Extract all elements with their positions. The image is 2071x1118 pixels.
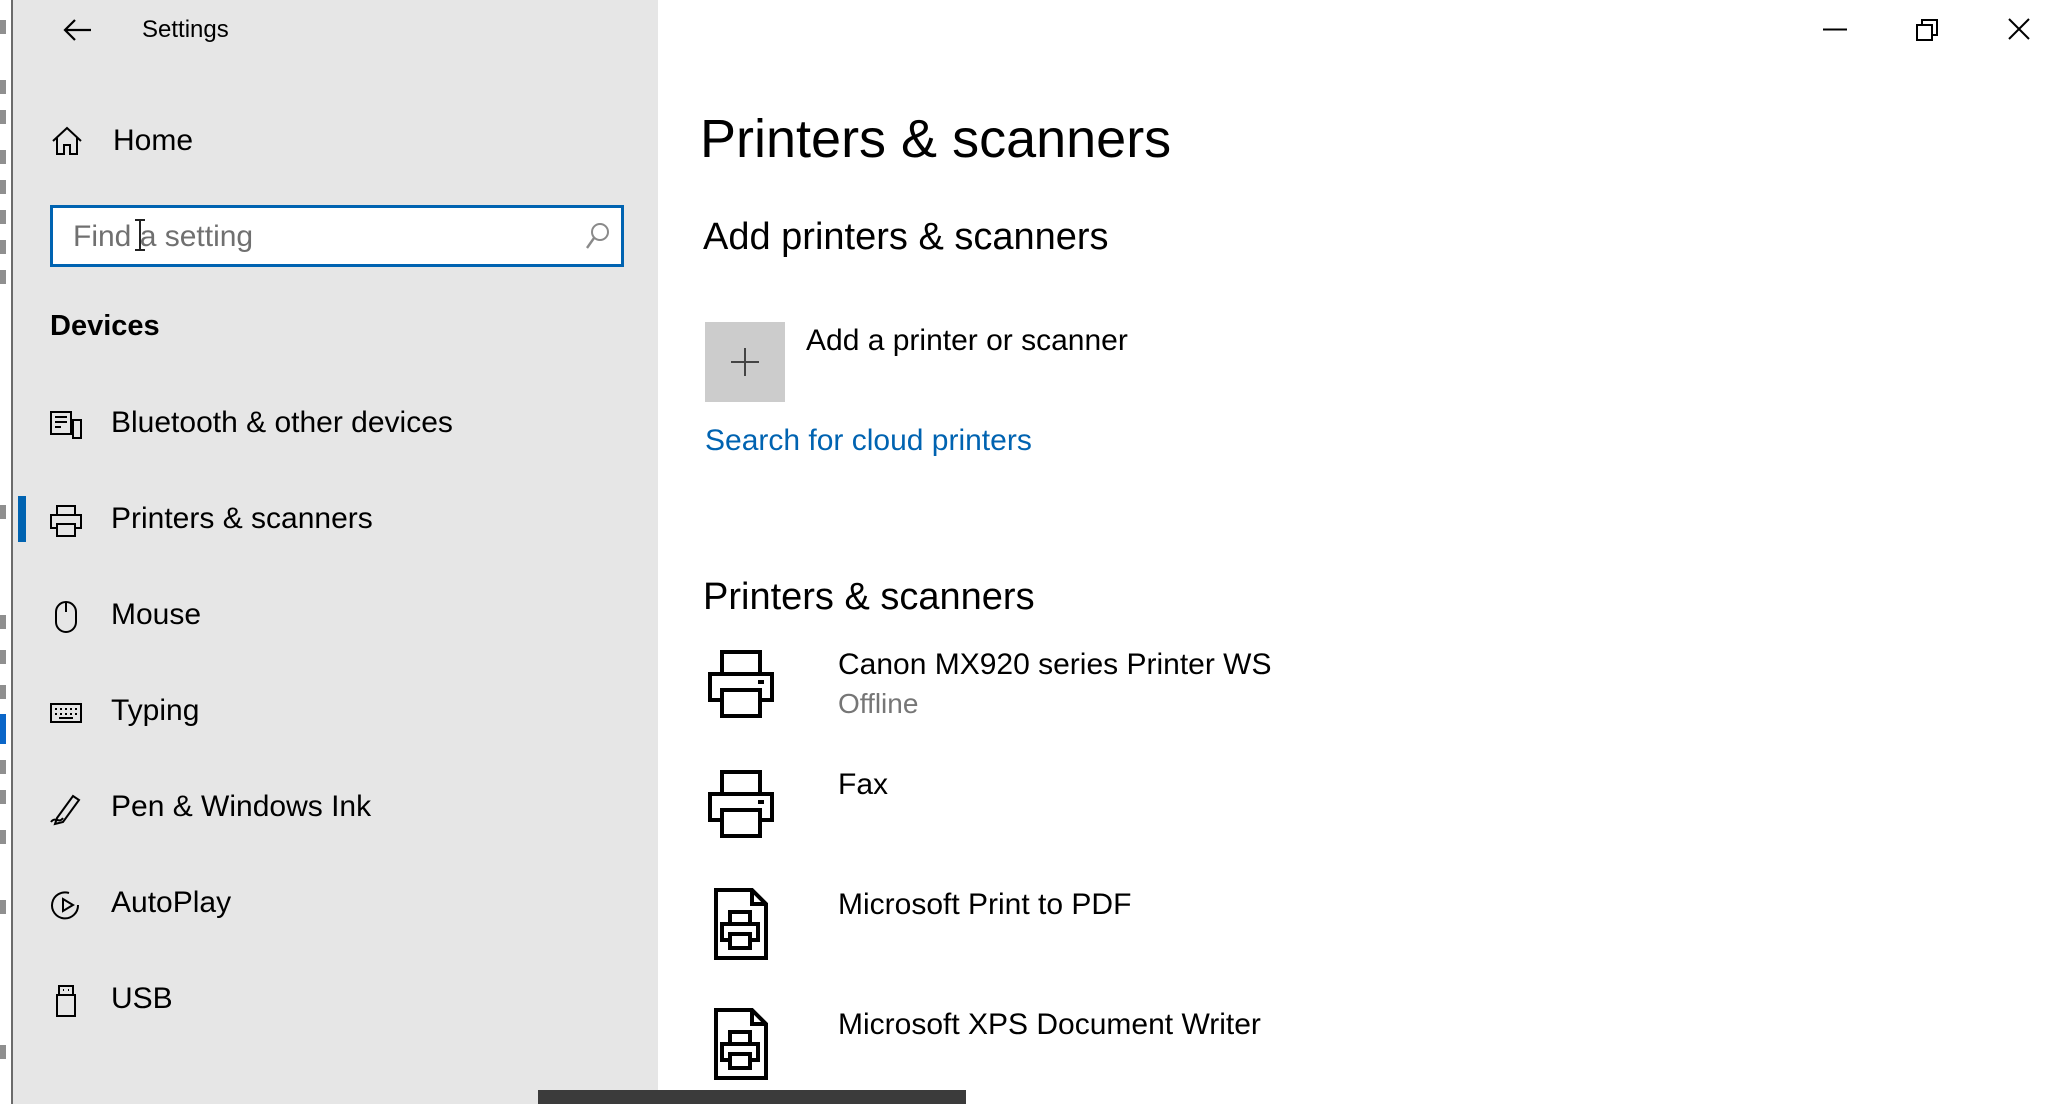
back-arrow-icon [63, 18, 93, 42]
sidebar-item-label: Bluetooth & other devices [111, 406, 453, 439]
background-window-edge [0, 0, 13, 1104]
document-printer-icon [706, 888, 776, 960]
search-cloud-printers-link[interactable]: Search for cloud printers [705, 424, 1032, 458]
usb-icon [49, 984, 83, 1018]
device-name: Microsoft Print to PDF [838, 888, 1132, 921]
sidebar-item-label: Mouse [111, 598, 202, 631]
sidebar-item-autoplay[interactable]: AutoPlay [13, 866, 658, 946]
restore-icon [1915, 18, 1939, 42]
minimize-button[interactable] [1789, 0, 1881, 58]
add-printer-button[interactable] [705, 322, 785, 402]
pen-icon [49, 792, 83, 826]
device-name: Canon MX920 series Printer WS [838, 648, 1272, 681]
close-button[interactable] [1973, 0, 2065, 58]
sidebar-item-label: Pen & Windows Ink [111, 790, 372, 823]
search-box [50, 205, 624, 267]
device-row-fax[interactable]: Fax [698, 768, 1998, 878]
sidebar-item-usb[interactable]: USB [13, 962, 658, 1042]
plus-icon [729, 346, 761, 378]
sidebar-item-mouse[interactable]: Mouse [13, 578, 658, 658]
printer-list-title: Printers & scanners [703, 576, 1035, 618]
back-button[interactable] [43, 6, 115, 54]
sidebar: Settings Home Devices Bluetooth & other … [13, 0, 658, 1104]
sidebar-item-bluetooth[interactable]: Bluetooth & other devices [13, 386, 658, 466]
section-title: Devices [50, 310, 160, 342]
keyboard-icon [49, 696, 83, 730]
device-row-canon[interactable]: Canon MX920 series Printer WS Offline [698, 648, 1998, 758]
autoplay-icon [49, 888, 83, 922]
home-icon [51, 126, 83, 156]
device-name: Fax [838, 768, 889, 801]
sidebar-item-home-label: Home [113, 124, 194, 157]
text-cursor-icon [133, 218, 147, 252]
sidebar-item-typing[interactable]: Typing [13, 674, 658, 754]
sidebar-item-printers[interactable]: Printers & scanners [13, 482, 658, 562]
sidebar-item-label: Printers & scanners [111, 502, 373, 535]
add-section-title: Add printers & scanners [703, 216, 1109, 258]
device-status: Offline [838, 688, 919, 719]
sidebar-item-label: AutoPlay [111, 886, 232, 919]
page-title: Printers & scanners [700, 109, 1172, 169]
sidebar-item-home[interactable]: Home [13, 110, 658, 174]
restore-button[interactable] [1881, 0, 1973, 58]
device-name: Microsoft XPS Document Writer [838, 1008, 1261, 1041]
selection-indicator [18, 496, 26, 542]
printer-icon [706, 648, 776, 720]
taskbar-fragment [538, 1090, 966, 1104]
printer-icon [49, 504, 83, 538]
minimize-icon [1823, 28, 1847, 31]
bluetooth-devices-icon [49, 408, 83, 442]
search-icon[interactable] [585, 222, 611, 250]
sidebar-item-label: USB [111, 982, 173, 1015]
mouse-icon [49, 600, 83, 634]
close-icon [2007, 17, 2031, 41]
document-printer-icon [706, 1008, 776, 1080]
sidebar-item-pen[interactable]: Pen & Windows Ink [13, 770, 658, 850]
printer-icon [706, 768, 776, 840]
add-printer-label[interactable]: Add a printer or scanner [806, 324, 1128, 358]
app-title: Settings [142, 16, 229, 43]
main-content: Printers & scanners Add printers & scann… [658, 0, 2071, 1104]
device-row-print-to-pdf[interactable]: Microsoft Print to PDF [698, 888, 1998, 998]
sidebar-item-label: Typing [111, 694, 200, 727]
